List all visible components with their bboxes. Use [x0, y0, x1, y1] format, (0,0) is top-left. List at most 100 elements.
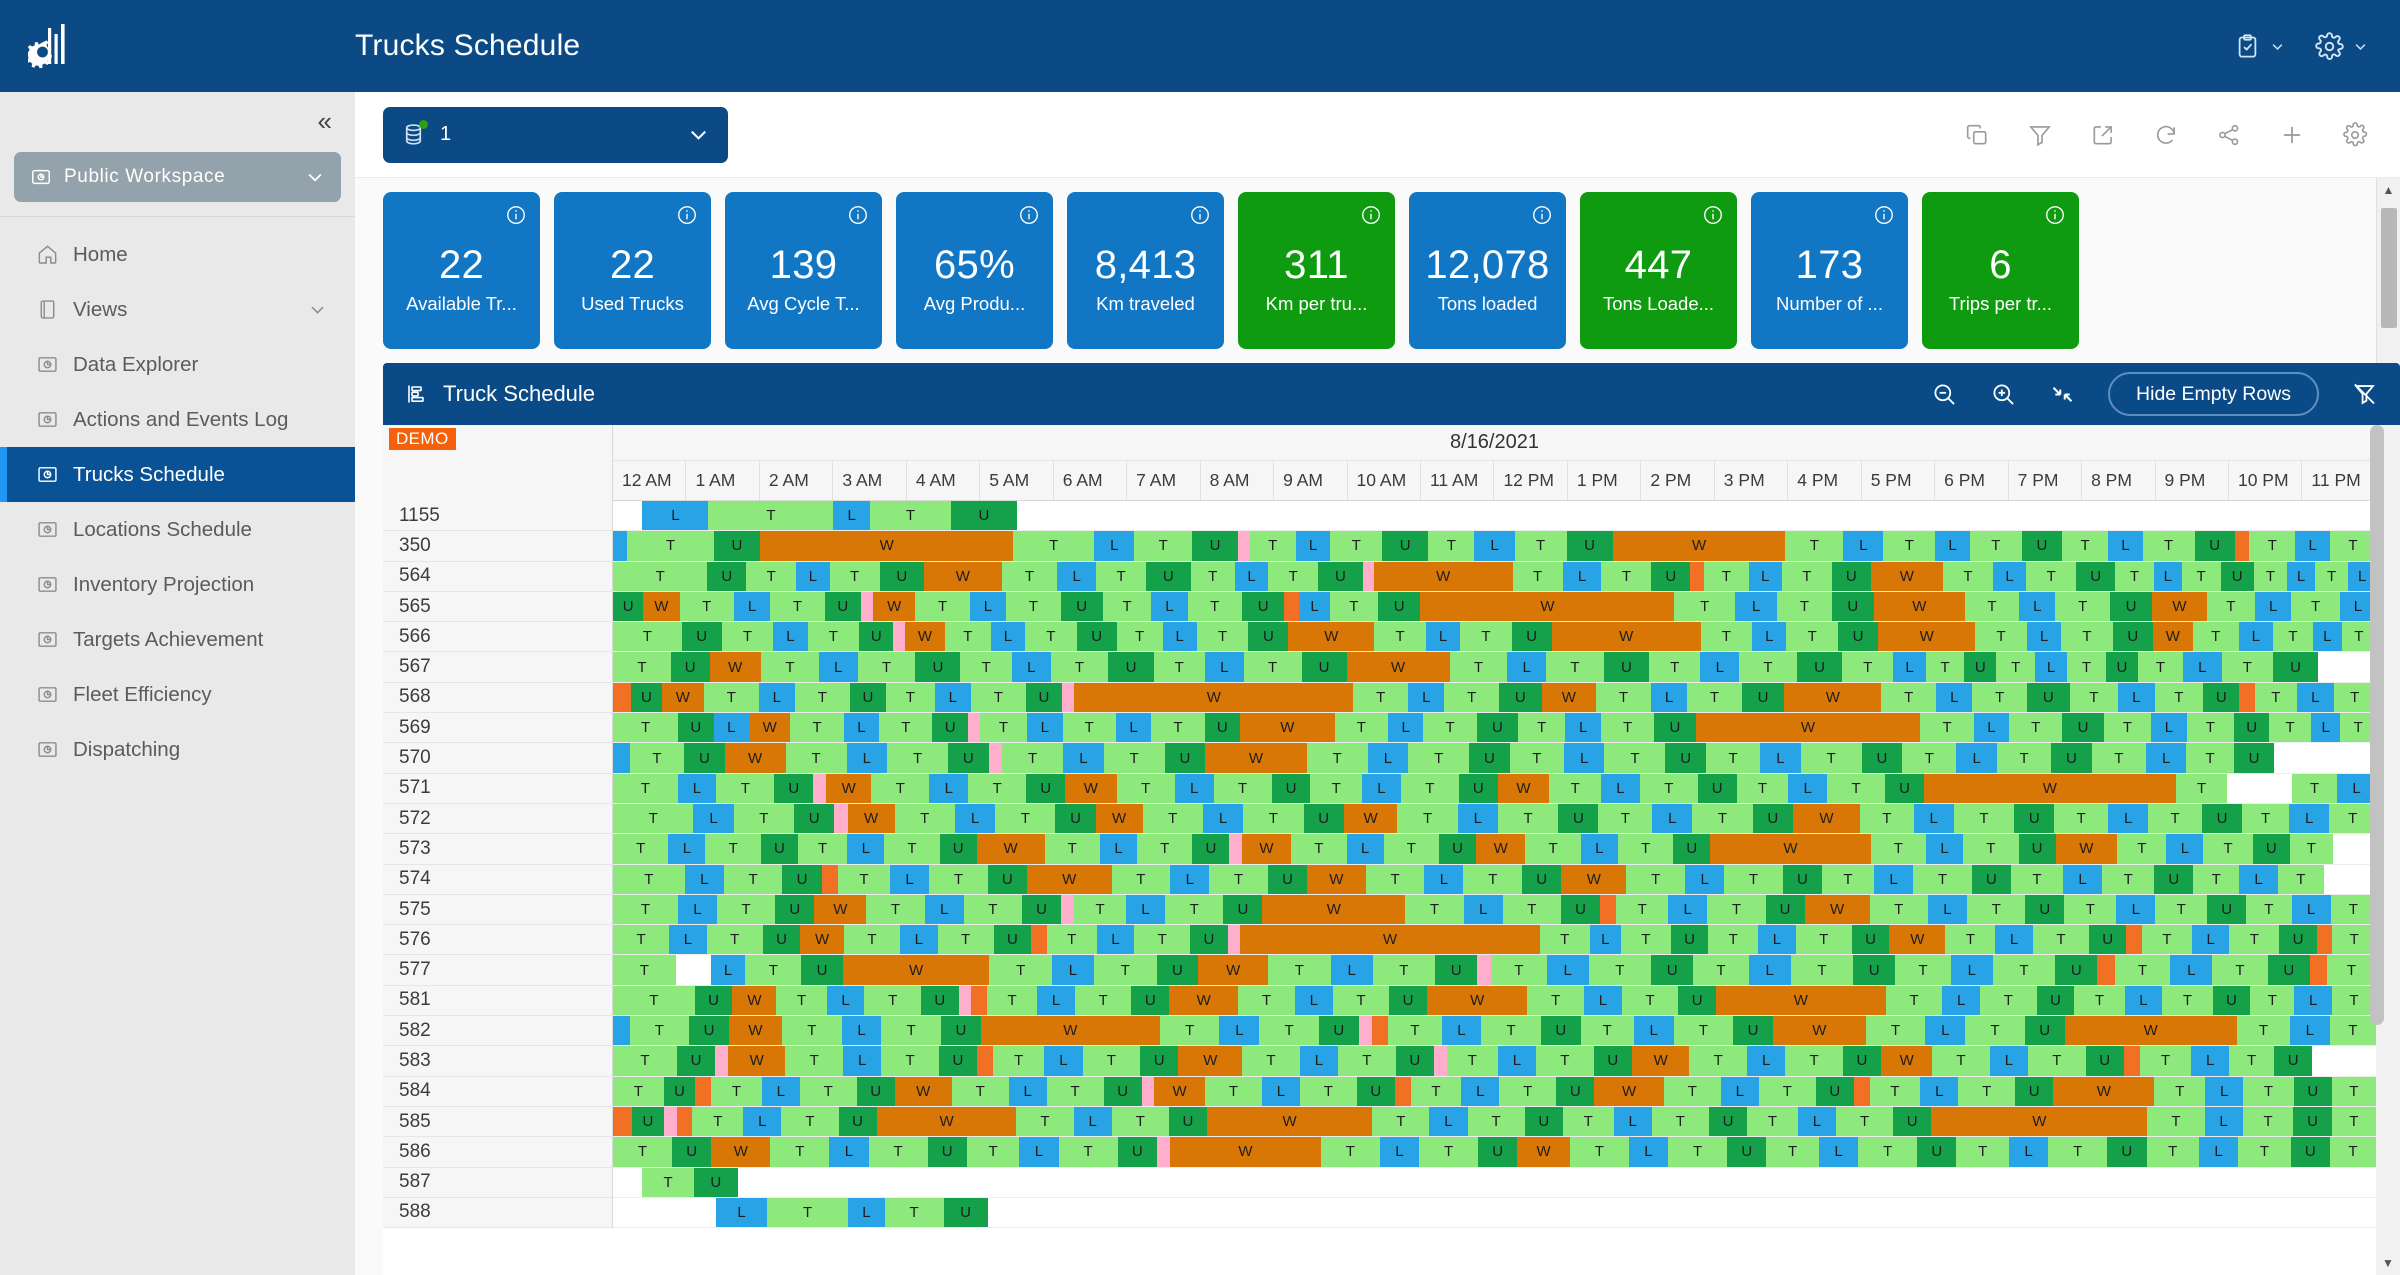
- gantt-bar-L[interactable]: L: [889, 864, 930, 894]
- gantt-bar-L[interactable]: L: [1589, 925, 1621, 955]
- gantt-bar-F[interactable]: [1227, 925, 1241, 955]
- gantt-bar-T[interactable]: T: [679, 591, 734, 622]
- gantt-bar-U[interactable]: U: [1223, 894, 1263, 925]
- gantt-row[interactable]: 576 T L T U W T L T U T L T U W T L T U T L T U W T L T U T L T U T: [383, 925, 2376, 956]
- gantt-bar-T[interactable]: T: [1739, 652, 1797, 682]
- gantt-bar-U[interactable]: U: [689, 1016, 729, 1046]
- gantt-bar-T[interactable]: T: [1408, 743, 1470, 773]
- gantt-bar-T[interactable]: T: [733, 803, 794, 834]
- gantt-bar-T[interactable]: T: [776, 985, 827, 1016]
- gantt-bar-T[interactable]: T: [2246, 894, 2292, 925]
- gantt-bar-U[interactable]: U: [670, 652, 710, 682]
- gantt-bar-L[interactable]: L: [2291, 894, 2331, 925]
- gantt-bar-W[interactable]: W: [1476, 834, 1526, 864]
- gantt-bar-F[interactable]: [1433, 1046, 1447, 1076]
- gantt-bar-W[interactable]: W: [1541, 682, 1597, 713]
- gantt-bar-U[interactable]: U: [1026, 773, 1065, 803]
- gantt-bar-L[interactable]: L: [929, 773, 969, 803]
- gantt-bar-L[interactable]: L: [843, 713, 880, 743]
- gantt-bar-U[interactable]: U: [2018, 834, 2056, 864]
- sidebar-item-dispatching[interactable]: Dispatching: [0, 722, 355, 777]
- kpi-card[interactable]: 8,413 Km traveled: [1067, 192, 1224, 349]
- gantt-bar-A[interactable]: [1031, 925, 1047, 955]
- gantt-bar-W[interactable]: W: [814, 894, 867, 925]
- gantt-bar-T[interactable]: T: [2026, 561, 2077, 591]
- gantt-bar-T[interactable]: T: [1883, 531, 1936, 561]
- gantt-bar-T[interactable]: T: [1062, 713, 1116, 743]
- gantt-bar-T[interactable]: T: [2148, 803, 2202, 834]
- gantt-bar-T[interactable]: T: [884, 834, 940, 864]
- gantt-bar-F[interactable]: [860, 591, 874, 622]
- gantt-bar-T[interactable]: T: [1111, 864, 1171, 894]
- gantt-bar-T[interactable]: T: [1134, 925, 1191, 955]
- gantt-row[interactable]: 573 T L T U T L T U W T L T U W T L T U W T L T U W T L T U W T L T U T: [383, 834, 2376, 865]
- gantt-bar-T[interactable]: T: [723, 864, 783, 894]
- gantt-row[interactable]: 568 U W T L T U T L T U W T L T U W T L T U W T L T U T L T U T L T: [383, 682, 2376, 714]
- gantt-bar-T[interactable]: T: [1992, 955, 2056, 985]
- gantt-bar-T[interactable]: T: [944, 622, 991, 652]
- gantt-bar-U[interactable]: U: [920, 985, 959, 1016]
- gantt-bar-L[interactable]: L: [2008, 1137, 2049, 1167]
- gantt-bar-T[interactable]: T: [1204, 1076, 1262, 1106]
- gantt-bar-W[interactable]: W: [1207, 1106, 1373, 1137]
- gantt-bar-L[interactable]: L: [841, 1016, 882, 1046]
- gantt-bar-L[interactable]: L: [1995, 925, 2033, 955]
- gantt-scroll-thumb[interactable]: [2370, 425, 2384, 1025]
- gantt-bar-T[interactable]: T: [1569, 1137, 1629, 1167]
- kpi-card[interactable]: 6 Trips per tr...: [1922, 192, 2079, 349]
- gantt-bar-T[interactable]: T: [2074, 985, 2125, 1016]
- gantt-bar-T[interactable]: T: [2331, 1076, 2376, 1106]
- gantt-bar-T[interactable]: T: [1502, 894, 1562, 925]
- gantt-row[interactable]: 571 T L T U W T L T U W T L T U T L T U W T L T U T L T U W T T L: [383, 773, 2376, 804]
- gantt-bar-L[interactable]: L: [1011, 652, 1051, 682]
- gantt-bar-U[interactable]: U: [613, 591, 644, 622]
- gantt-bar-T[interactable]: T: [1187, 591, 1242, 622]
- gantt-bar-T[interactable]: T: [1428, 531, 1475, 561]
- gantt-bar-T[interactable]: T: [2203, 834, 2253, 864]
- gantt-bar-L[interactable]: L: [1650, 682, 1688, 713]
- gantt-bar-W[interactable]: W: [728, 1016, 783, 1046]
- gantt-row[interactable]: 582 T U W T L T U W T L T U T L T U T L T U W T L T U W T L T: [383, 1016, 2376, 1047]
- gantt-bar-L[interactable]: L: [1094, 531, 1135, 561]
- gantt-bar-W[interactable]: W: [1881, 1046, 1933, 1076]
- gantt-bar-T[interactable]: T: [2249, 531, 2296, 561]
- gantt-bar-U[interactable]: U: [1741, 682, 1785, 713]
- gantt-bar-T[interactable]: T: [1885, 985, 1943, 1016]
- gantt-bar-U[interactable]: U: [1678, 985, 1717, 1016]
- gantt-bar-L[interactable]: L: [1474, 531, 1515, 561]
- gantt-bar-F[interactable]: [1238, 531, 1250, 561]
- gantt-bar-U[interactable]: U: [1248, 622, 1289, 652]
- gantt-bar-U[interactable]: U: [774, 773, 814, 803]
- gantt-bar-F[interactable]: [1229, 834, 1242, 864]
- gantt-bar-T[interactable]: T: [613, 864, 685, 894]
- gantt-bar-W[interactable]: W: [1804, 894, 1870, 925]
- gantt-bar-T[interactable]: T: [2327, 955, 2376, 985]
- gantt-bar-T[interactable]: T: [1858, 1137, 1918, 1167]
- gantt-bar-T[interactable]: T: [1795, 925, 1852, 955]
- gantt-bar-U[interactable]: U: [1108, 652, 1154, 682]
- gantt-bar-L[interactable]: L: [1874, 864, 1914, 894]
- sidebar-item-inventory-projection[interactable]: Inventory Projection: [0, 557, 355, 612]
- gantt-bar-U[interactable]: U: [1395, 1046, 1434, 1076]
- gantt-bar-L[interactable]: L: [848, 1197, 885, 1228]
- gantt-bar-T[interactable]: T: [627, 531, 714, 561]
- gantt-bar-T[interactable]: T: [1400, 773, 1459, 803]
- gantt-row[interactable]: 584 T U T L T U W T L T U W T L T U T L T U W T L T U T L T U W T L T U T: [383, 1076, 2376, 1107]
- gantt-bar-A[interactable]: [821, 864, 838, 894]
- gantt-bar-U[interactable]: U: [801, 955, 843, 985]
- gantt-bar-L[interactable]: L: [1295, 531, 1331, 561]
- gantt-bar-T[interactable]: T: [1980, 985, 2037, 1016]
- gantt-bar-U[interactable]: U: [1765, 894, 1805, 925]
- gantt-bar-T[interactable]: T: [1142, 803, 1203, 834]
- gantt-bar-T[interactable]: T: [2115, 561, 2154, 591]
- gantt-bar-U[interactable]: U: [632, 1106, 664, 1137]
- gantt-bar-L[interactable]: L: [1261, 1076, 1300, 1106]
- gantt-bar-L[interactable]: L: [1294, 985, 1333, 1016]
- gantt-bar-T[interactable]: T: [2250, 985, 2295, 1016]
- sidebar-item-data-explorer[interactable]: Data Explorer: [0, 337, 355, 392]
- gantt-bar-L[interactable]: L: [2191, 925, 2230, 955]
- gantt-bar-L[interactable]: L: [1920, 1076, 1959, 1106]
- gantt-bar-L[interactable]: L: [2204, 1106, 2243, 1137]
- gantt-bar-L[interactable]: L: [1126, 894, 1165, 925]
- gantt-bar-W[interactable]: W: [1612, 531, 1786, 561]
